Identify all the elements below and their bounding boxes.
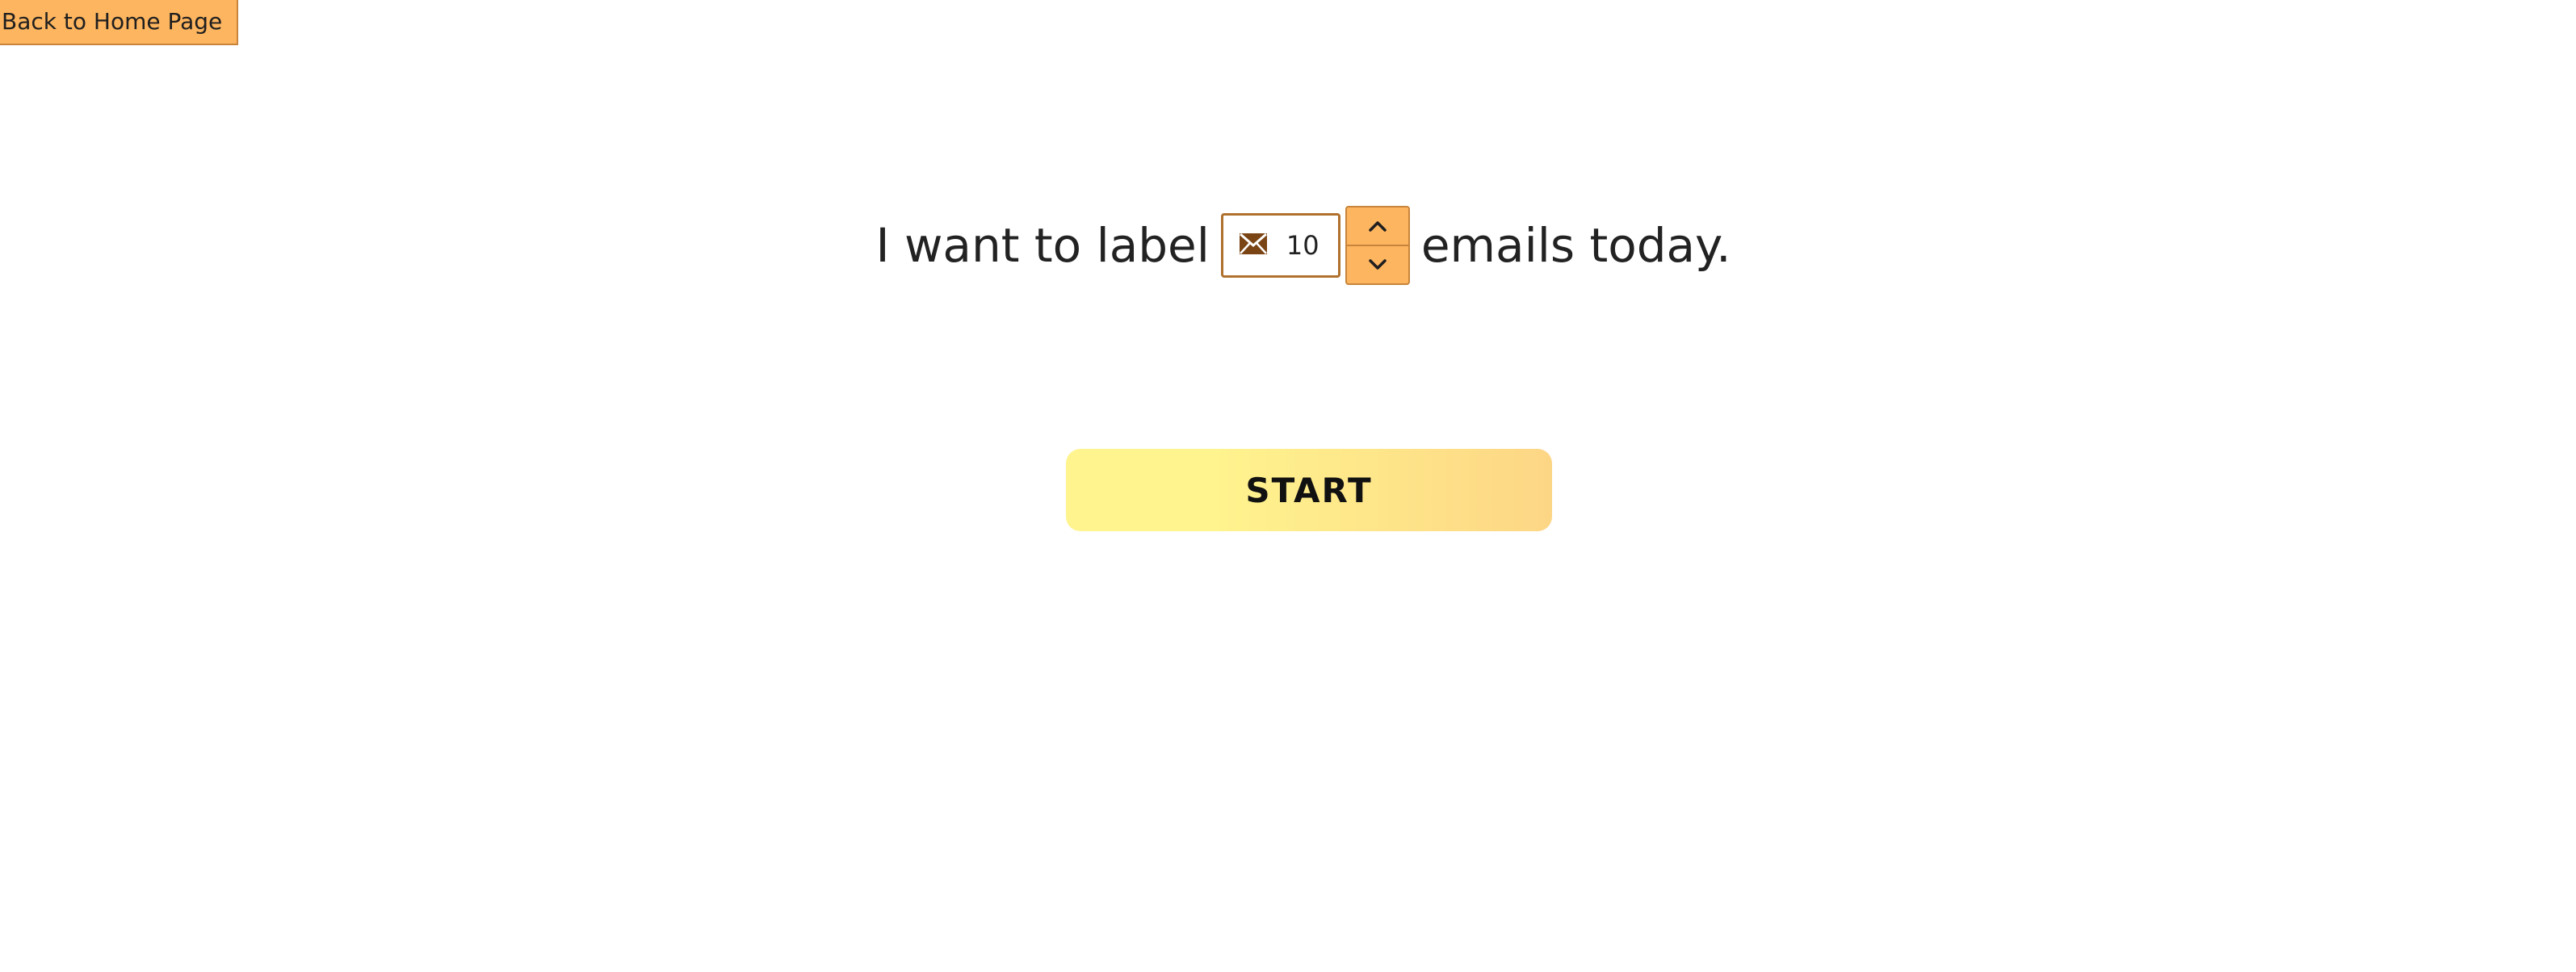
chevron-up-icon: [1369, 221, 1387, 232]
count-stepper: [1345, 206, 1410, 285]
chevron-down-icon: [1369, 259, 1387, 270]
decrement-button[interactable]: [1345, 245, 1410, 285]
increment-button[interactable]: [1345, 206, 1410, 245]
envelope-icon: [1239, 233, 1267, 254]
label-count-prompt: I want to label emails today.: [0, 203, 2576, 287]
start-button[interactable]: START: [1066, 449, 1552, 531]
prompt-suffix: emails today.: [1420, 218, 1731, 273]
start-button-label: START: [1245, 470, 1373, 510]
prompt-prefix: I want to label: [875, 218, 1210, 273]
email-count-field[interactable]: [1220, 213, 1340, 278]
email-count-input[interactable]: [1273, 216, 1338, 275]
back-to-home-button[interactable]: Back to Home Page: [0, 0, 239, 45]
